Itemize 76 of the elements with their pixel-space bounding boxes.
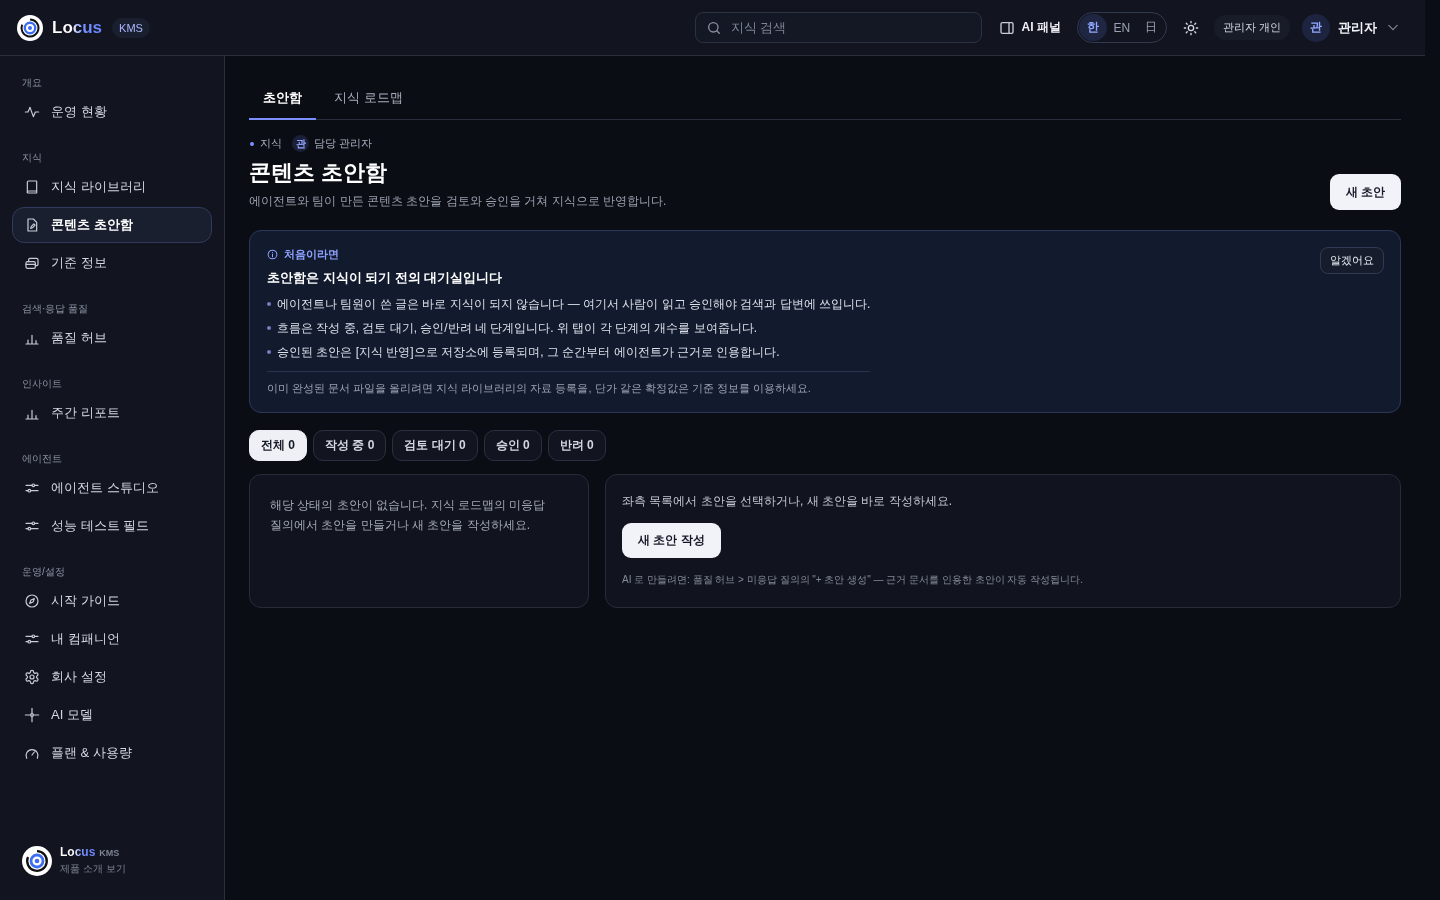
tab[interactable]: 초안함 <box>249 80 316 120</box>
document-pen-icon <box>24 217 40 233</box>
language-option[interactable]: EN <box>1107 14 1136 41</box>
status-filter[interactable]: 승인 0 <box>483 430 542 461</box>
nav-item[interactable]: 품질 허브 <box>12 320 212 356</box>
nav-item[interactable]: 성능 테스트 필드 <box>12 508 212 544</box>
nav-item[interactable]: 플랜 & 사용량 <box>12 735 212 771</box>
section-heading: 개요 <box>21 76 43 90</box>
chevron-down-icon[interactable] <box>1388 24 1398 31</box>
notice-kicker: 처음이라면 <box>284 247 339 262</box>
notice-title: 초안함은 지식이 되기 전의 대기실입니다 <box>267 269 504 287</box>
dot-icon <box>250 141 254 146</box>
detail-message: 좌측 목록에서 초안을 선택하거나, 새 초안을 바로 작성하세요. <box>622 493 952 510</box>
crosshair-icon <box>24 707 40 723</box>
side-panel-icon <box>998 19 1015 36</box>
book-icon <box>24 179 40 195</box>
logo-icon <box>22 845 52 876</box>
nav-item[interactable]: 콘텐츠 초안함 <box>12 207 212 243</box>
compass-icon <box>24 593 40 609</box>
status-filter[interactable]: 전체 0 <box>249 430 307 461</box>
search-field[interactable]: 지식 검색 <box>694 12 982 43</box>
info-icon <box>267 249 278 260</box>
section-heading: 검색·응답 품질 <box>21 302 90 316</box>
sliders-icon <box>24 631 40 647</box>
search-icon <box>705 20 722 36</box>
section-heading: 인사이트 <box>21 377 63 391</box>
nav-item[interactable]: 회사 설정 <box>12 659 212 695</box>
bullet-icon <box>267 302 271 306</box>
breadcrumb-section: 지식 <box>260 136 282 151</box>
section-heading: 에이전트 <box>21 452 63 466</box>
pulse-line-icon <box>24 104 40 120</box>
nav-item[interactable]: 주간 리포트 <box>12 395 212 431</box>
empty-message: 해당 상태의 초안이 없습니다. 지식 로드맵의 미응답 질의에서 초안을 만들거나 새 초안을 작성하세요. <box>270 497 547 534</box>
stacked-cards-icon <box>24 255 40 271</box>
notice-bullet: 에이전트나 팀원이 쓴 글은 바로 지식이 되지 않습니다 — 여기서 사람이 읽고 승인해야 검색과 답변에 쓰입니다. <box>277 296 871 313</box>
nav-item[interactable]: AI 모델 <box>12 697 212 733</box>
page-title: 콘텐츠 초안함 <box>249 159 389 187</box>
new-draft-button[interactable]: 새 초안 <box>1329 174 1401 210</box>
dismiss-button[interactable]: 알겠어요 <box>1320 247 1384 274</box>
product-label: KMS <box>99 848 120 858</box>
owner-avatar: 관 <box>292 135 309 152</box>
language-option[interactable]: 한 <box>1078 14 1107 41</box>
section-heading: 운영/설정 <box>21 565 66 579</box>
nav-item[interactable]: 내 컴패니언 <box>12 621 212 657</box>
logo-wordmark: Locus <box>60 845 96 859</box>
tab[interactable]: 지식 로드맵 <box>320 80 417 120</box>
create-draft-button[interactable]: 새 초안 작성 <box>622 523 721 558</box>
workspace-chip[interactable]: 관리자 개인 <box>1213 15 1290 40</box>
bullet-icon <box>267 326 271 330</box>
notice-footnote: 이미 완성된 문서 파일을 올리려면 지식 라이브러리의 자료 등록을, 단가 같은 확정값은 기준 정보를 이용하세요. <box>267 381 812 396</box>
status-filter[interactable]: 작성 중 0 <box>313 430 387 461</box>
status-filter[interactable]: 검토 대기 0 <box>392 430 478 461</box>
notice-bullet: 흐름은 작성 중, 검토 대기, 승인/반려 네 단계입니다. 위 탭이 각 단계의 개수를 보여줍니다. <box>277 320 757 337</box>
status-filter[interactable]: 반려 0 <box>547 430 606 461</box>
nav-item[interactable]: 에이전트 스튜디오 <box>12 470 212 506</box>
product-badge: KMS <box>112 17 150 38</box>
ai-panel-button[interactable]: AI 패널 <box>998 19 1061 36</box>
sliders-icon <box>24 518 40 534</box>
ai-hint: AI 로 만들려면: 품질 허브 > 미응답 질의의 "+ 초안 생성" — 근거 문서를 인용한 초안이 자동 작성됩니다. <box>622 573 1083 587</box>
nav-item[interactable]: 기준 정보 <box>12 245 212 281</box>
product-intro-link[interactable]: 제품 소개 보기 <box>60 862 126 876</box>
sliders-icon <box>24 480 40 496</box>
sun-icon[interactable] <box>1182 19 1199 36</box>
section-heading: 지식 <box>21 151 43 165</box>
nav-item[interactable]: 시작 가이드 <box>12 583 212 619</box>
logo-icon <box>17 14 43 41</box>
settings-icon <box>24 669 40 685</box>
owner-name: 담당 관리자 <box>314 136 373 151</box>
bullet-icon <box>267 350 271 354</box>
nav-item[interactable]: 지식 라이브러리 <box>12 169 212 205</box>
user-name[interactable]: 관리자 <box>1338 18 1377 37</box>
nav-item[interactable]: 운영 현황 <box>12 94 212 130</box>
user-avatar: 관 <box>1302 13 1330 42</box>
language-option[interactable]: 日 <box>1136 14 1165 41</box>
notice-bullet: 승인된 초안은 [지식 반영]으로 저장소에 등록되며, 그 순간부터 에이전트가 근거로 인용합니다. <box>277 344 780 361</box>
page-subtitle: 에이전트와 팀이 만든 콘텐츠 초안을 검토와 승인을 거쳐 지식으로 반영합니다. <box>249 193 667 210</box>
